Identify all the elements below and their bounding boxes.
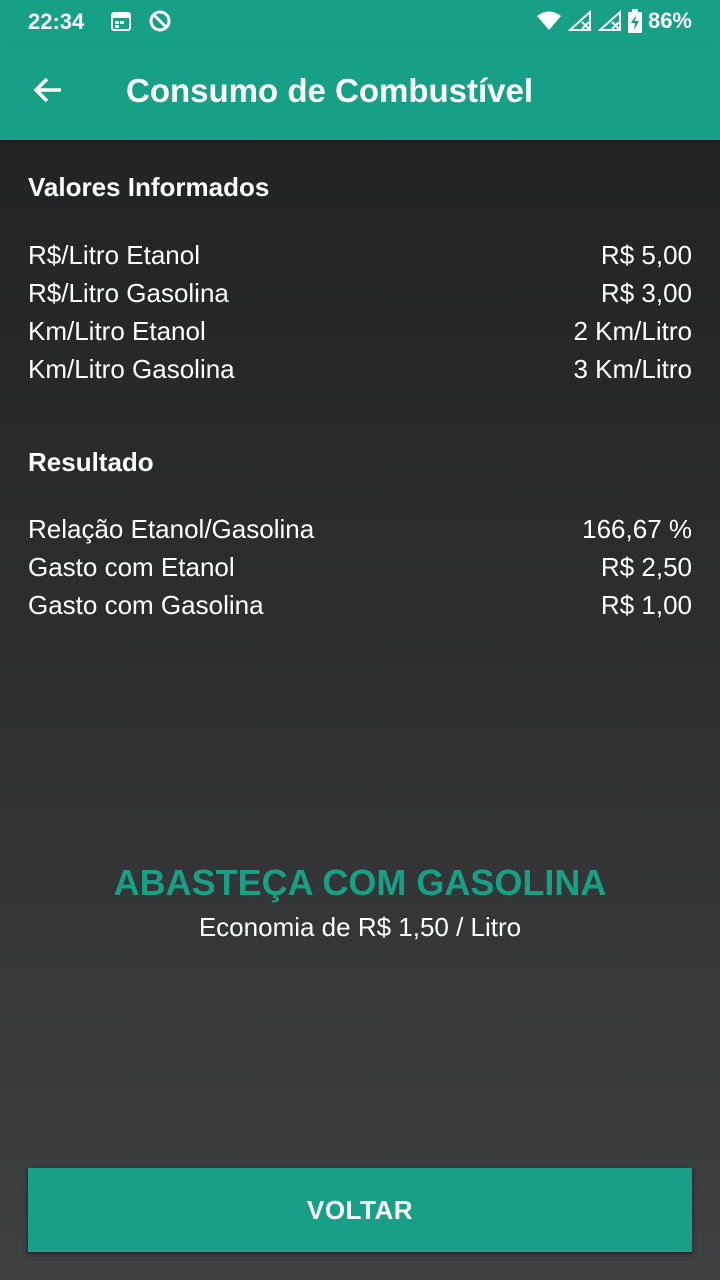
informed-row: R$/Litro Gasolina R$ 3,00 <box>28 274 692 312</box>
row-value: R$ 1,00 <box>600 589 692 620</box>
row-label: Relação Etanol/Gasolina <box>28 513 315 544</box>
result-row: Relação Etanol/Gasolina 166,67 % <box>28 510 692 548</box>
informed-row: Km/Litro Gasolina 3 Km/Litro <box>28 350 692 388</box>
row-label: Gasto com Etanol <box>28 551 235 582</box>
recommendation-text: ABASTEÇA COM GASOLINA <box>113 862 607 903</box>
row-label: R$/Litro Etanol <box>28 239 200 270</box>
informed-row: R$/Litro Etanol R$ 5,00 <box>28 236 692 274</box>
informed-row: Km/Litro Etanol 2 Km/Litro <box>28 312 692 350</box>
row-value: R$ 2,50 <box>600 551 692 582</box>
row-label: Gasto com Gasolina <box>28 589 264 620</box>
status-bar: 22:34 86% <box>0 0 720 44</box>
economy-text: Economia de R$ 1,50 / Litro <box>198 912 522 942</box>
row-value: 3 Km/Litro <box>573 353 693 384</box>
section-title-result: Resultado <box>28 447 154 477</box>
row-value: R$ 3,00 <box>600 277 692 308</box>
calendar-icon <box>110 10 132 32</box>
status-right-group: 86% <box>536 8 692 34</box>
section-title-informed: Valores Informados <box>28 172 270 202</box>
row-label: R$/Litro Gasolina <box>28 277 229 308</box>
page-title: Consumo de Combustível <box>126 72 534 109</box>
signal-icon <box>597 10 622 32</box>
signal-icon <box>567 10 592 32</box>
app-bar: Consumo de Combustível <box>0 44 720 140</box>
voltar-button[interactable]: VOLTAR <box>28 1168 692 1252</box>
result-row: Gasto com Gasolina R$ 1,00 <box>28 586 692 624</box>
row-label: Km/Litro Gasolina <box>28 353 235 384</box>
status-time: 22:34 <box>28 9 85 34</box>
wifi-icon <box>536 10 562 32</box>
row-label: Km/Litro Etanol <box>28 315 206 346</box>
arrow-back-icon <box>33 76 63 109</box>
result-row: Gasto com Etanol R$ 2,50 <box>28 548 692 586</box>
sync-icon <box>148 9 172 33</box>
row-value: R$ 5,00 <box>600 239 692 270</box>
row-value: 2 Km/Litro <box>573 315 693 346</box>
row-value: 166,67 % <box>582 513 692 544</box>
battery-percentage: 86% <box>647 8 692 33</box>
back-button[interactable] <box>20 68 76 116</box>
battery-charging-icon <box>627 9 642 33</box>
